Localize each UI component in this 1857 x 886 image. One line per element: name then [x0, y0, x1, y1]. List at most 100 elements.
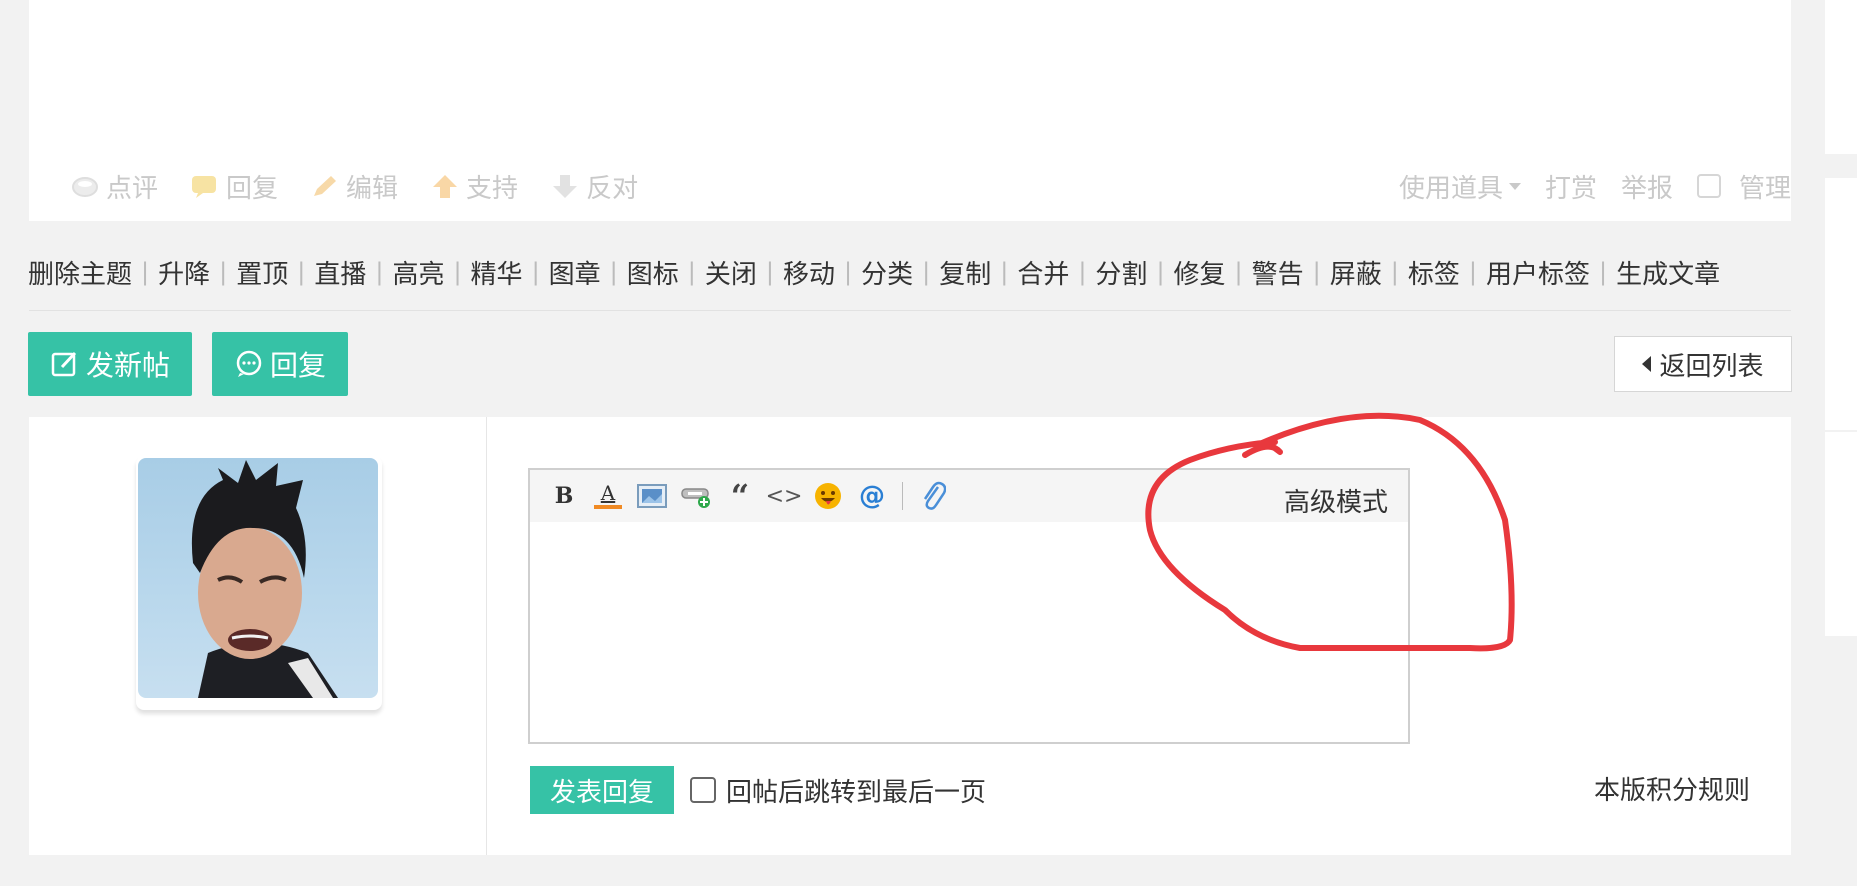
side-panel — [1825, 178, 1857, 430]
emoji-icon[interactable] — [806, 478, 850, 514]
moderation-link[interactable]: 图标 — [627, 254, 679, 291]
reply-button[interactable]: 回复 — [212, 332, 348, 396]
link-separator: | — [1078, 258, 1087, 286]
link-separator: | — [687, 258, 696, 286]
chevron-down-icon — [1508, 182, 1521, 190]
post-actions: 点评 回复 编辑 支持 反对 — [70, 166, 670, 206]
moderation-link[interactable]: 分割 — [1095, 254, 1147, 291]
side-panel — [1825, 0, 1857, 154]
support-action[interactable]: 支持 — [430, 168, 518, 205]
link-separator: | — [1390, 258, 1399, 286]
mention-icon[interactable]: @ — [850, 478, 894, 514]
moderation-link[interactable]: 屏蔽 — [1330, 254, 1382, 291]
moderation-link[interactable]: 警告 — [1252, 254, 1304, 291]
edit-action[interactable]: 编辑 — [310, 168, 398, 205]
reply-editor[interactable]: B A “ <> @ 高级模式 — [528, 468, 1410, 744]
edit-label: 编辑 — [346, 173, 399, 204]
link-separator: | — [609, 258, 618, 286]
reply-label: 回复 — [226, 173, 279, 204]
link-separator: | — [531, 258, 540, 286]
toolbar-separator — [902, 482, 903, 510]
moderation-link[interactable]: 置顶 — [236, 254, 288, 291]
link-separator: | — [765, 258, 774, 286]
moderation-link[interactable]: 精华 — [471, 254, 523, 291]
edit-square-icon — [51, 351, 77, 377]
link-separator: | — [297, 258, 306, 286]
manage-toggle[interactable]: 管理 — [1696, 168, 1791, 205]
link-separator: | — [844, 258, 853, 286]
font-color-icon[interactable]: A — [586, 478, 630, 514]
link-separator: | — [922, 258, 931, 286]
back-to-list-label: 返回列表 — [1659, 351, 1764, 382]
moderation-link[interactable]: 高亮 — [392, 254, 444, 291]
use-item-dropdown[interactable]: 使用道具 — [1399, 168, 1521, 205]
avatar-image — [138, 458, 378, 698]
jump-to-last-checkbox[interactable] — [690, 777, 716, 803]
reply-bubble-icon — [192, 176, 217, 198]
link-separator: | — [453, 258, 462, 286]
manage-checkbox[interactable] — [1696, 174, 1721, 198]
attachment-icon[interactable] — [911, 478, 955, 514]
link-separator: | — [219, 258, 228, 286]
jump-to-last-option[interactable]: 回帖后跳转到最后一页 — [690, 768, 986, 812]
moderation-link[interactable]: 移动 — [783, 254, 835, 291]
manage-label: 管理 — [1738, 173, 1791, 204]
pencil-icon — [314, 176, 337, 196]
new-post-label: 发新帖 — [85, 349, 170, 382]
avatar[interactable] — [136, 456, 382, 710]
link-separator: | — [141, 258, 150, 286]
link-separator: | — [1156, 258, 1165, 286]
comment-action[interactable]: 点评 — [70, 168, 158, 205]
jump-to-last-label: 回帖后跳转到最后一页 — [726, 777, 987, 808]
link-separator: | — [1000, 258, 1009, 286]
comment-label: 点评 — [106, 173, 159, 204]
moderation-link[interactable]: 升降 — [158, 254, 210, 291]
link-separator: | — [1312, 258, 1321, 286]
oppose-label: 反对 — [586, 173, 639, 204]
report-link[interactable]: 举报 — [1621, 168, 1673, 205]
arrow-down-icon — [553, 175, 578, 198]
arrow-up-icon — [433, 175, 458, 198]
oppose-action[interactable]: 反对 — [550, 168, 638, 205]
moderation-link[interactable]: 标签 — [1408, 254, 1460, 291]
reply-action[interactable]: 回复 — [190, 168, 278, 205]
image-icon[interactable] — [630, 478, 674, 514]
quote-icon[interactable]: “ — [718, 477, 762, 515]
moderation-link[interactable]: 直播 — [314, 254, 366, 291]
moderation-links: 删除主题 | 升降 | 置顶 | 直播 | 高亮 | 精华 | 图章 | 图标 | 关闭 | 移动 | 分类 | 复制 | 合并… — [28, 250, 1720, 294]
credit-rules-link[interactable]: 本版积分规则 — [1594, 768, 1750, 808]
moderation-link[interactable]: 修复 — [1174, 254, 1226, 291]
chat-bubble-icon — [236, 350, 262, 377]
code-icon[interactable]: <> — [762, 478, 806, 514]
moderation-link[interactable]: 合并 — [1017, 254, 1069, 291]
report-label: 举报 — [1620, 173, 1673, 204]
reward-label: 打赏 — [1544, 173, 1597, 204]
link-separator: | — [375, 258, 384, 286]
side-panel — [1825, 432, 1857, 636]
comment-icon — [72, 177, 98, 197]
font-color-bar — [594, 505, 622, 509]
moderation-link[interactable]: 生成文章 — [1616, 254, 1720, 291]
moderation-link[interactable]: 删除主题 — [28, 254, 132, 291]
moderation-link[interactable]: 分类 — [861, 254, 913, 291]
reply-button-label: 回复 — [269, 349, 326, 382]
reward-link[interactable]: 打赏 — [1545, 168, 1597, 205]
moderation-link[interactable]: 图章 — [549, 254, 601, 291]
back-to-list-button[interactable]: 返回列表 — [1614, 336, 1792, 392]
link-separator: | — [1598, 258, 1608, 286]
editor-toolbar: B A “ <> @ 高级模式 — [530, 470, 1408, 522]
post-tools: 使用道具 打赏 举报 管理 — [1375, 166, 1791, 206]
link-separator: | — [1468, 258, 1477, 286]
moderation-link[interactable]: 关闭 — [705, 254, 757, 291]
link-icon[interactable] — [674, 478, 718, 514]
moderation-link[interactable]: 复制 — [939, 254, 991, 291]
link-separator: | — [1234, 258, 1243, 286]
divider — [29, 310, 1791, 311]
bold-icon[interactable]: B — [542, 478, 586, 514]
moderation-link[interactable]: 用户标签 — [1486, 254, 1590, 291]
new-post-button[interactable]: 发新帖 — [28, 332, 192, 396]
advanced-mode-link[interactable]: 高级模式 — [1284, 482, 1388, 519]
support-label: 支持 — [466, 173, 519, 204]
caret-left-icon — [1642, 356, 1652, 372]
submit-reply-button[interactable]: 发表回复 — [530, 766, 674, 814]
